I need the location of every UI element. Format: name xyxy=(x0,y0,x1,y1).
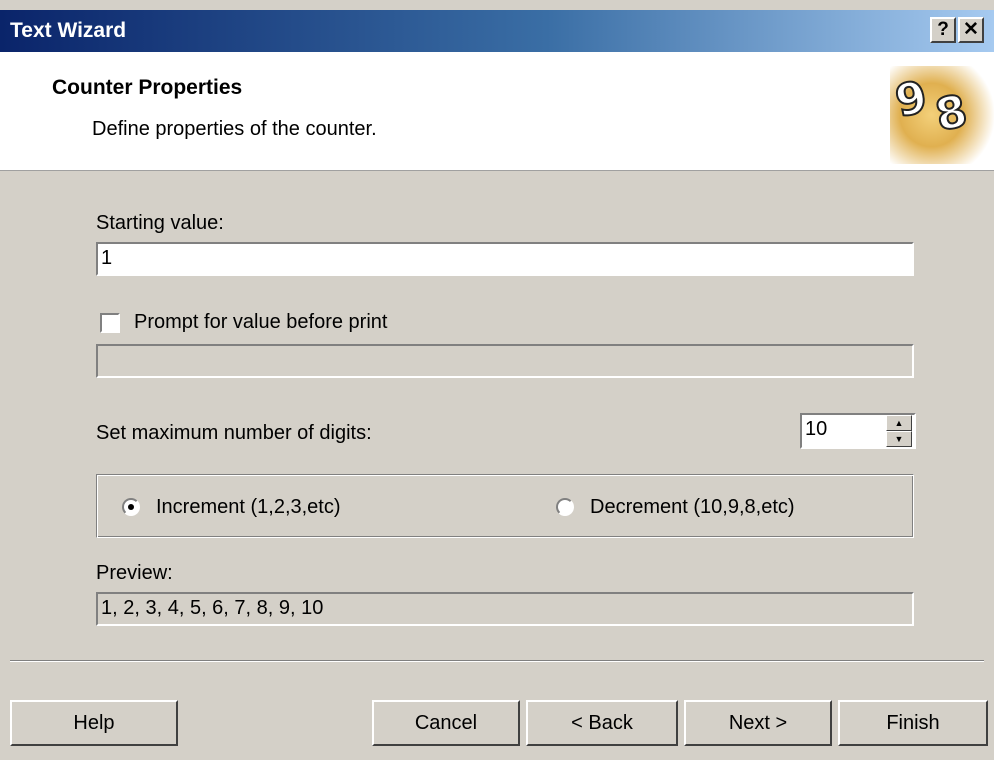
cancel-button[interactable]: Cancel xyxy=(372,700,520,746)
window-title: Text Wizard xyxy=(10,19,127,42)
finish-button[interactable]: Finish xyxy=(838,700,988,746)
page-title: Counter Properties xyxy=(52,76,243,99)
prompt-value-field xyxy=(96,344,914,378)
wizard-header: Counter Properties Define properties of … xyxy=(0,52,994,171)
spin-down-icon[interactable]: ▼ xyxy=(886,431,912,447)
increment-label: Increment (1,2,3,etc) xyxy=(156,496,341,518)
max-digits-label: Set maximum number of digits: xyxy=(96,422,372,444)
starting-value-label: Starting value: xyxy=(96,212,224,234)
footer-separator xyxy=(10,660,984,662)
max-digits-value: 10 xyxy=(805,418,828,440)
spin-up-icon[interactable]: ▲ xyxy=(886,415,912,431)
logo-digit-eight: 8 xyxy=(930,84,973,142)
help-button[interactable]: Help xyxy=(10,700,178,746)
prompt-checkbox[interactable] xyxy=(100,313,120,333)
decrement-label: Decrement (10,9,8,etc) xyxy=(590,496,795,518)
back-button[interactable]: < Back xyxy=(526,700,678,746)
decrement-radio[interactable] xyxy=(556,498,574,516)
starting-value-input[interactable]: 1 xyxy=(96,242,914,276)
increment-radio[interactable] xyxy=(122,498,140,516)
next-button[interactable]: Next > xyxy=(684,700,832,746)
prompt-label: Prompt for value before print xyxy=(134,311,388,333)
preview-field: 1, 2, 3, 4, 5, 6, 7, 8, 9, 10 xyxy=(96,592,914,626)
counter-logo-icon: 9 8 xyxy=(890,66,994,164)
preview-label: Preview: xyxy=(96,562,173,584)
page-subtitle: Define properties of the counter. xyxy=(92,118,377,140)
logo-digit-nine: 9 xyxy=(890,70,933,128)
help-question-icon[interactable]: ? xyxy=(930,17,956,43)
close-icon[interactable]: ✕ xyxy=(958,17,984,43)
title-bar: Text Wizard ? ✕ xyxy=(0,10,994,52)
